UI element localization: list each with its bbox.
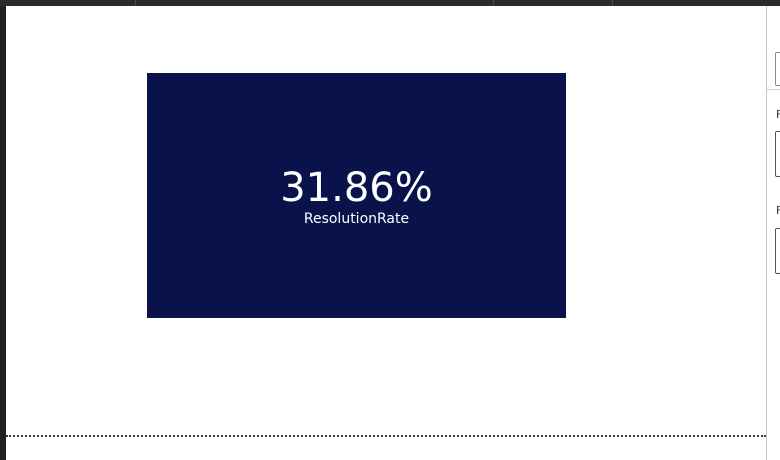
- report-canvas[interactable]: 31.86% ResolutionRate: [6, 6, 766, 460]
- format-pane: F F: [767, 6, 780, 460]
- kpi-card-label: ResolutionRate: [303, 210, 410, 227]
- kpi-card[interactable]: 31.86% ResolutionRate: [147, 73, 566, 318]
- pane-search-box[interactable]: [775, 52, 780, 86]
- pane-field-label: F: [776, 204, 780, 217]
- page-boundary-line: [6, 435, 766, 437]
- pane-field-label: F: [776, 108, 780, 121]
- report-editor: 31.86% ResolutionRate F F: [0, 0, 780, 460]
- kpi-card-value: 31.86%: [280, 164, 433, 211]
- pane-separator: [767, 89, 780, 90]
- pane-field-well[interactable]: [775, 228, 780, 274]
- pane-field-well[interactable]: [775, 131, 780, 177]
